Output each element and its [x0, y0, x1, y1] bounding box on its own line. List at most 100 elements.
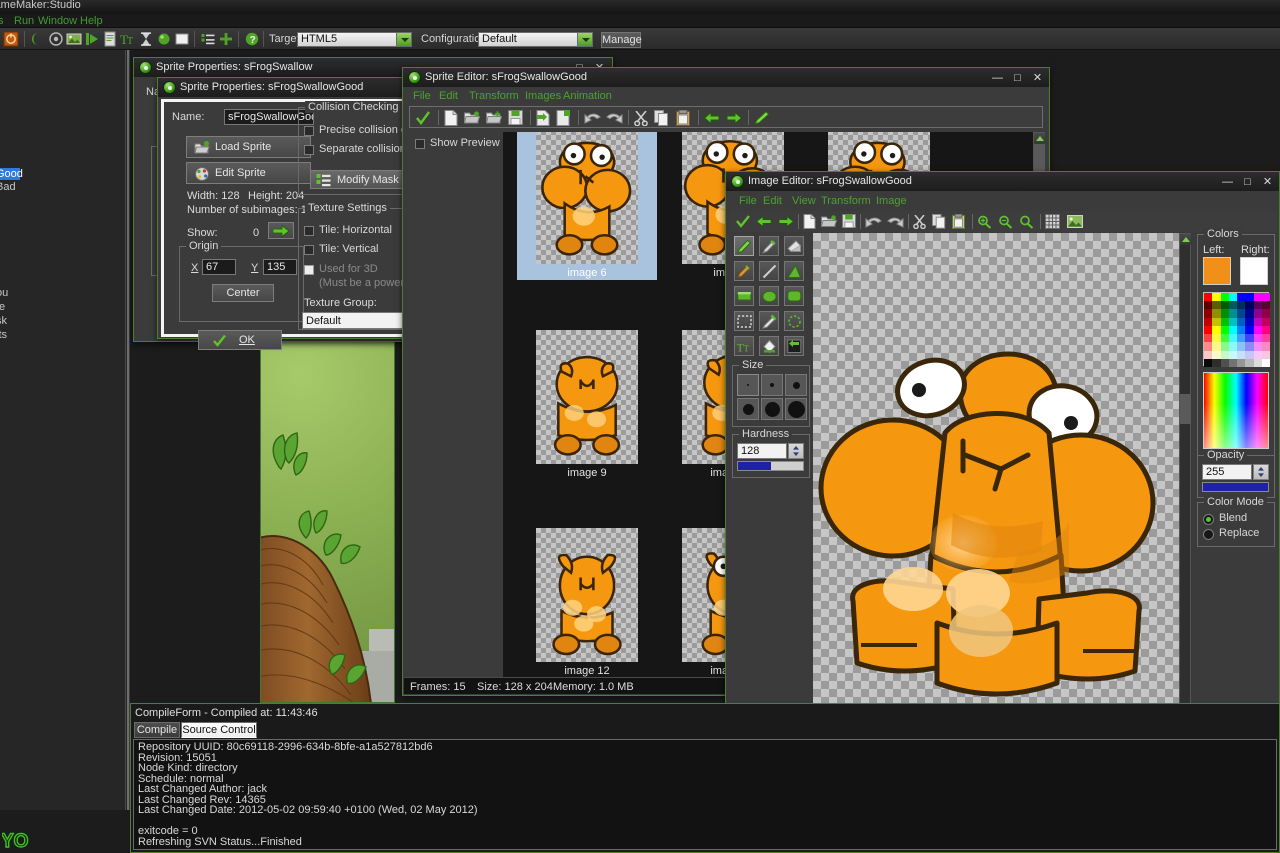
palette-swatch[interactable]	[1261, 317, 1270, 326]
palette-swatch[interactable]	[1204, 350, 1213, 359]
palette-swatch[interactable]	[1237, 325, 1246, 335]
tree-item-good[interactable]: Good	[0, 168, 23, 180]
menu-images[interactable]: Images	[525, 90, 561, 102]
minimize-button[interactable]: —	[988, 70, 1007, 84]
maximize-button[interactable]: □	[1238, 174, 1257, 188]
palette-swatch[interactable]	[1237, 317, 1246, 326]
import-strip-icon[interactable]	[536, 110, 551, 126]
menu-file[interactable]: File	[739, 195, 757, 207]
palette-swatch[interactable]	[1245, 301, 1254, 310]
palette-swatch[interactable]	[1212, 293, 1221, 302]
paste-icon[interactable]	[952, 214, 965, 229]
show-next-subimage-button[interactable]	[268, 222, 294, 239]
palette-swatch[interactable]	[1245, 309, 1254, 318]
menu-animation[interactable]: Animation	[563, 90, 612, 102]
image-canvas-container[interactable]	[812, 232, 1192, 734]
right-color-swatch[interactable]	[1240, 257, 1268, 285]
palette-swatch[interactable]	[1253, 309, 1262, 318]
brush-size-6-button[interactable]	[785, 398, 807, 420]
paste-icon[interactable]	[676, 110, 690, 126]
tree-item-bad[interactable]: Bad	[0, 181, 16, 193]
color-spectrum-picker[interactable]	[1203, 372, 1269, 449]
previous-frame-icon[interactable]	[704, 112, 720, 124]
palette-swatch[interactable]	[1204, 293, 1213, 302]
menu-transform[interactable]: Transform	[469, 90, 519, 102]
hardness-slider[interactable]	[737, 461, 804, 471]
rounded-rect-tool-button[interactable]	[784, 286, 804, 306]
menu-edit[interactable]: Edit	[439, 90, 458, 102]
color-palette-grid[interactable]	[1203, 292, 1270, 367]
palette-swatch[interactable]	[1237, 342, 1246, 351]
palette-swatch[interactable]	[1261, 293, 1270, 302]
palette-swatch[interactable]	[1245, 325, 1254, 335]
chevron-down-icon[interactable]	[577, 33, 592, 46]
palette-swatch[interactable]	[1212, 301, 1221, 310]
palette-swatch[interactable]	[1245, 358, 1254, 367]
line-tool-button[interactable]	[759, 261, 779, 281]
menu-help[interactable]: Help	[80, 14, 103, 28]
palette-swatch[interactable]	[1261, 309, 1270, 318]
eraser-tool-button[interactable]	[784, 236, 804, 256]
target-select[interactable]: HTML5	[297, 32, 412, 47]
palette-swatch[interactable]	[1261, 325, 1270, 335]
palette-swatch[interactable]	[1220, 309, 1229, 318]
palette-swatch[interactable]	[1228, 301, 1237, 310]
brush-size-2-button[interactable]	[761, 374, 783, 396]
origin-x-input[interactable]: 67	[202, 259, 236, 275]
create-background-icon[interactable]	[66, 31, 82, 47]
ellipse-tool-button[interactable]	[759, 286, 779, 306]
menu-transform[interactable]: Transform	[821, 195, 871, 207]
palette-swatch[interactable]	[1261, 350, 1270, 359]
maximize-button[interactable]: □	[1008, 70, 1027, 84]
text-tool-button[interactable]: TT	[734, 336, 754, 356]
hardness-input[interactable]: 128	[737, 443, 787, 459]
palette-swatch[interactable]	[1228, 358, 1237, 367]
origin-y-input[interactable]: 135	[263, 259, 297, 275]
edit-pencil-icon[interactable]	[754, 111, 770, 125]
frame-item-image-9[interactable]: image 9	[517, 326, 657, 480]
palette-swatch[interactable]	[1204, 301, 1213, 310]
spray-tool-button[interactable]	[759, 236, 779, 256]
scroll-up-button[interactable]	[1034, 133, 1045, 144]
create-path-icon[interactable]	[84, 31, 100, 47]
zoom-in-icon[interactable]	[977, 215, 992, 229]
opacity-spinner[interactable]	[1253, 464, 1269, 480]
palette-swatch[interactable]	[1261, 334, 1270, 343]
palette-swatch[interactable]	[1253, 342, 1262, 351]
palette-swatch[interactable]	[1237, 334, 1246, 343]
create-room-icon[interactable]	[174, 31, 190, 47]
menu-file[interactable]: File	[413, 90, 431, 102]
palette-swatch[interactable]	[1220, 317, 1229, 326]
tab-source-control[interactable]: Source Control	[181, 722, 257, 738]
palette-swatch[interactable]	[1212, 309, 1221, 318]
confirm-check-icon[interactable]	[416, 111, 430, 125]
frame-item-image-12[interactable]: image 12	[517, 524, 657, 678]
palette-swatch[interactable]	[1220, 350, 1229, 359]
redo-icon[interactable]	[606, 112, 623, 125]
undo-icon[interactable]	[584, 112, 601, 125]
rectangle-tool-button[interactable]	[734, 286, 754, 306]
menu-view[interactable]: View	[792, 195, 816, 207]
confirm-check-icon[interactable]	[736, 215, 750, 228]
palette-swatch[interactable]	[1253, 293, 1262, 302]
chevron-down-icon[interactable]	[396, 33, 411, 46]
scroll-up-button[interactable]	[1180, 234, 1191, 245]
select-rect-tool-button[interactable]	[734, 311, 754, 331]
palette-swatch[interactable]	[1253, 334, 1262, 343]
brush-size-5-button[interactable]	[761, 398, 783, 420]
tree-item-te[interactable]: te	[0, 301, 5, 313]
close-button[interactable]: ✕	[1028, 70, 1047, 84]
menu-scripts[interactable]: s	[0, 14, 4, 28]
opacity-input[interactable]: 255	[1202, 464, 1252, 480]
new-icon[interactable]	[444, 110, 458, 126]
undo-icon[interactable]	[865, 216, 882, 228]
hardness-spinner[interactable]	[788, 443, 804, 459]
toggle-grid-icon[interactable]	[1045, 214, 1060, 229]
resource-list-icon[interactable]	[200, 31, 216, 47]
palette-swatch[interactable]	[1212, 317, 1221, 326]
palette-swatch[interactable]	[1212, 342, 1221, 351]
create-timeline-icon[interactable]	[138, 31, 154, 47]
palette-swatch[interactable]	[1253, 301, 1262, 310]
create-font-icon[interactable]: TT	[120, 31, 136, 47]
palette-swatch[interactable]	[1212, 350, 1221, 359]
